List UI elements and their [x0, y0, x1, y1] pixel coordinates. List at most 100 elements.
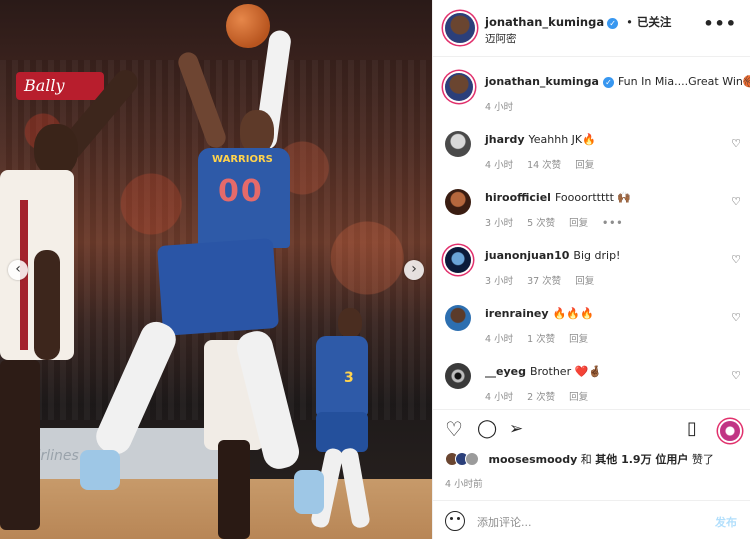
commenter-username[interactable]: irenrainey: [485, 307, 549, 320]
comment-time: 3 小时: [485, 218, 514, 229]
author-avatar[interactable]: [445, 13, 475, 43]
heat-player-head: [34, 124, 78, 176]
author-username[interactable]: jonathan_kuminga ✓ • 已关注: [485, 14, 671, 30]
commenter-username[interactable]: hiroofficiel: [485, 191, 551, 204]
likes-summary[interactable]: moosesmoody 和 其他 1.9万 位用户 赞了: [445, 451, 750, 467]
comment-bubble-icon[interactable]: ◯: [477, 418, 497, 440]
comment-meta: 4 小时 14 次赞 回复: [485, 157, 608, 171]
add-comment-input[interactable]: 添加评论...: [477, 514, 532, 530]
shooter-shoe: [80, 450, 120, 490]
comment-like-heart-icon[interactable]: ♡: [731, 137, 741, 150]
basketball: [226, 4, 270, 48]
warriors-player-3-head: [338, 308, 362, 338]
comments-list[interactable]: jonathan_kuminga ✓ Fun In Mia....Great Win…: [433, 57, 750, 409]
post-timestamp[interactable]: 4 小时前: [445, 476, 483, 490]
arena-sponsor-sign: Bally: [16, 72, 104, 100]
share-paper-plane-icon[interactable]: ➢: [509, 418, 523, 440]
add-comment-bar: 添加评论... 发布: [433, 500, 750, 539]
story-reaction-icon[interactable]: [720, 421, 740, 441]
comment-meta: 4 小时 2 次赞 回复: [485, 389, 602, 403]
comment-text: Yeahhh JK🔥: [528, 133, 596, 146]
emoji-smiley-icon[interactable]: [445, 511, 465, 531]
comment-line: jhardy Yeahhh JK🔥: [485, 133, 596, 146]
comment-likes-count[interactable]: 37 次赞: [527, 276, 561, 287]
previous-image-button[interactable]: ‹: [8, 260, 28, 280]
likes-others-count[interactable]: 其他 1.9万 位用户: [595, 453, 688, 466]
commenter-avatar[interactable]: [445, 189, 471, 215]
post-action-bar: ♡ ◯ ➢ ▯: [433, 409, 750, 451]
comment-meta: 3 小时 37 次赞 回复: [485, 273, 608, 287]
commenter-avatar[interactable]: [445, 247, 471, 273]
following-button[interactable]: 已关注: [637, 15, 672, 29]
shooter-shoe: [294, 470, 324, 514]
comment-time: 3 小时: [485, 276, 514, 287]
comment-reply-button[interactable]: 回复: [569, 334, 588, 345]
more-options-icon[interactable]: •••: [703, 14, 737, 33]
commenter-username[interactable]: __eyeg: [485, 365, 526, 378]
comment-like-heart-icon[interactable]: ♡: [731, 369, 741, 382]
comment-like-heart-icon[interactable]: ♡: [731, 253, 741, 266]
comment-reply-button[interactable]: 回复: [569, 392, 588, 403]
post-location[interactable]: 迈阿密: [485, 31, 517, 46]
comment-reply-button[interactable]: 回复: [569, 218, 588, 229]
verified-badge-icon: ✓: [607, 18, 619, 29]
comment-like-heart-icon[interactable]: ♡: [731, 311, 741, 324]
comment-text: Big drip!: [573, 249, 621, 262]
caption-line: jonathan_kuminga ✓ Fun In Mia....Great Win…: [485, 75, 750, 88]
heat-player-arm-lower: [34, 250, 60, 360]
comment-line: hiroofficiel Foooorttttt 🙌🏾: [485, 191, 631, 204]
comment-likes-count[interactable]: 1 次赞: [527, 334, 555, 345]
header-separator: •: [626, 15, 633, 29]
post-detail-panel: jonathan_kuminga ✓ • 已关注 迈阿密 ••• jonathan_…: [432, 0, 750, 539]
shooter-shorts: [157, 238, 279, 336]
like-heart-icon[interactable]: ♡: [445, 418, 463, 440]
commenter-avatar[interactable]: [445, 363, 471, 389]
comment-meta: 3 小时 5 次赞 回复 •••: [485, 215, 637, 229]
comment-like-heart-icon[interactable]: ♡: [731, 195, 741, 208]
comment-reply-button[interactable]: 回复: [575, 160, 594, 171]
shooter-jersey: WARRIORS 00: [198, 148, 290, 248]
post-header: jonathan_kuminga ✓ • 已关注 迈阿密 •••: [433, 0, 750, 57]
shooter-team-name: WARRIORS: [212, 154, 273, 165]
caption-text: Fun In Mia....Great Win🏀: [617, 75, 750, 88]
comment-likes-count[interactable]: 2 次赞: [527, 392, 555, 403]
caption-username[interactable]: jonathan_kuminga: [485, 75, 599, 88]
heat-player-leg: [0, 360, 40, 530]
comment-time: 4 小时: [485, 160, 514, 171]
comment-likes-count[interactable]: 14 次赞: [527, 160, 561, 171]
post-photo[interactable]: Bally airlines 3 WARRIORS 00 ‹ ›: [0, 0, 432, 539]
comment-text: Brother ❤️🤞🏾: [529, 365, 602, 378]
comment-line: irenrainey 🔥🔥🔥: [485, 307, 594, 320]
caption-time: 4 小时: [485, 102, 514, 113]
comment-time: 4 小时: [485, 392, 514, 403]
comment-time: 4 小时: [485, 334, 514, 345]
next-image-button[interactable]: ›: [404, 260, 424, 280]
first-liker-username[interactable]: moosesmoody: [489, 453, 578, 466]
caption-author-avatar[interactable]: [445, 73, 473, 101]
comment-meta: 4 小时 1 次赞 回复: [485, 331, 602, 345]
caption-meta: 4 小时: [485, 99, 527, 113]
commenter-avatar[interactable]: [445, 305, 471, 331]
comment-more-options-icon[interactable]: •••: [602, 218, 623, 229]
commenter-avatar[interactable]: [445, 131, 471, 157]
save-bookmark-icon[interactable]: ▯: [687, 418, 697, 440]
likes-connector: 和: [580, 453, 592, 466]
comment-line: juanonjuan10 Big drip!: [485, 249, 620, 262]
post-comment-button[interactable]: 发布: [715, 514, 737, 530]
likes-suffix: 赞了: [691, 453, 714, 466]
warriors-player-3-jersey: 3: [316, 336, 368, 416]
comment-likes-count[interactable]: 5 次赞: [527, 218, 555, 229]
shooter-jersey-number: 00: [218, 174, 264, 209]
verified-badge-icon: ✓: [602, 77, 614, 88]
jersey-number-3: 3: [344, 370, 354, 386]
commenter-username[interactable]: juanonjuan10: [485, 249, 569, 262]
comment-reply-button[interactable]: 回复: [575, 276, 594, 287]
heat-player-2-leg: [218, 440, 250, 539]
liker-avatar: [465, 452, 479, 466]
author-username-text[interactable]: jonathan_kuminga: [485, 15, 604, 29]
comment-line: __eyeg Brother ❤️🤞🏾: [485, 365, 602, 378]
comment-text: Foooorttttt 🙌🏾: [554, 191, 632, 204]
comment-text: 🔥🔥🔥: [552, 307, 594, 320]
warriors-player-3-shorts: [316, 412, 368, 452]
commenter-username[interactable]: jhardy: [485, 133, 525, 146]
